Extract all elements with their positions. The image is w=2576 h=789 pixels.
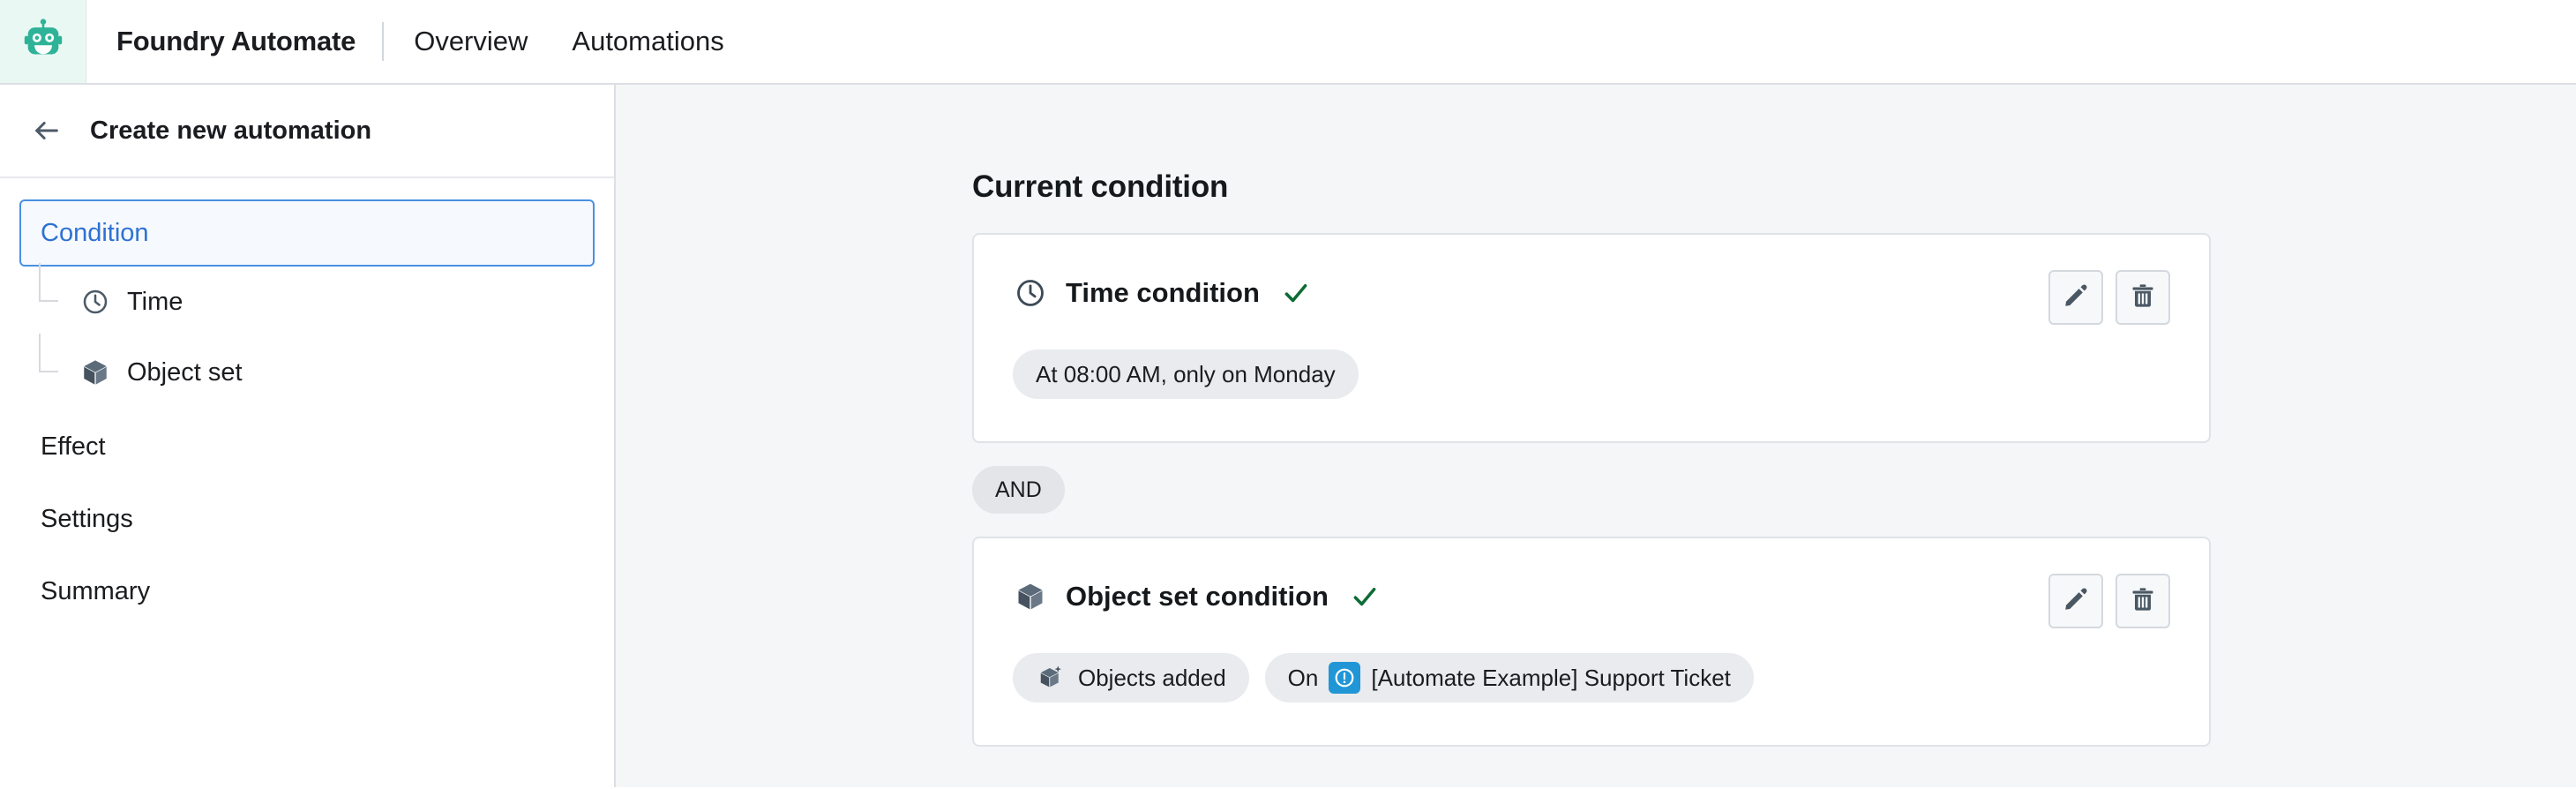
sidebar-item-label: Summary <box>41 576 151 605</box>
check-icon <box>1281 278 1311 308</box>
sidebar-header: Create new automation <box>0 85 614 178</box>
sidebar-nav-tree: Condition Time Object set Effect Setting… <box>0 178 614 625</box>
page-body: Create new automation Condition Time Obj… <box>0 85 2576 787</box>
pill-label: [Automate Example] Support Ticket <box>1371 664 1731 691</box>
card-title: Time condition <box>1066 277 1260 308</box>
main-content: Current condition Time condition At 08:0… <box>616 85 2576 787</box>
arrow-left-icon[interactable] <box>26 110 67 151</box>
edit-condition-button[interactable] <box>2048 574 2103 628</box>
object-type-pill[interactable]: On [Automate Example] Support Ticket <box>1264 653 1754 703</box>
time-condition-card: Time condition At 08:00 AM, only on Mond… <box>972 233 2211 443</box>
operator-badge-and[interactable]: AND <box>972 466 1065 514</box>
check-icon <box>1350 582 1380 612</box>
cube-icon <box>1013 579 1048 614</box>
sidebar-subitem-label: Object set <box>127 357 243 387</box>
sidebar-subitem-label: Time <box>127 287 183 316</box>
pencil-icon <box>2063 586 2089 617</box>
clock-icon <box>1013 275 1048 311</box>
card-title: Object set condition <box>1066 581 1329 612</box>
sidebar-item-settings[interactable]: Settings <box>19 485 595 552</box>
alert-circle-icon <box>1329 662 1361 694</box>
app-title: Foundry Automate <box>116 26 356 56</box>
card-header: Time condition <box>1013 272 2170 314</box>
sidebar-item-label: Effect <box>41 432 106 461</box>
operator-label: AND <box>995 477 1042 502</box>
sidebar: Create new automation Condition Time Obj… <box>0 85 616 787</box>
nav-divider <box>382 22 385 61</box>
pill-prefix: On <box>1287 664 1319 691</box>
objects-added-pill[interactable]: Objects added <box>1013 653 1249 703</box>
sidebar-item-condition[interactable]: Condition <box>19 199 595 267</box>
condition-panel: Current condition Time condition At 08:0… <box>616 85 2576 747</box>
card-actions <box>2048 270 2170 325</box>
tree-connector <box>39 263 71 309</box>
trash-icon <box>2130 586 2156 617</box>
sidebar-subitem-time-row: Time <box>19 263 595 337</box>
delete-condition-button[interactable] <box>2115 270 2170 325</box>
sidebar-item-effect[interactable]: Effect <box>19 413 595 480</box>
clock-icon <box>79 286 111 318</box>
cube-icon <box>79 357 111 388</box>
cube-add-icon <box>1036 663 1066 693</box>
page-title: Create new automation <box>90 116 372 145</box>
time-condition-pill[interactable]: At 08:00 AM, only on Monday <box>1013 349 1359 399</box>
trash-icon <box>2130 282 2156 313</box>
sidebar-item-summary[interactable]: Summary <box>19 558 595 625</box>
edit-condition-button[interactable] <box>2048 270 2103 325</box>
pencil-icon <box>2063 282 2089 313</box>
nav-link-overview[interactable]: Overview <box>410 20 531 63</box>
card-header: Object set condition <box>1013 575 2170 618</box>
sidebar-subitem-time[interactable]: Time <box>71 274 197 330</box>
top-navigation-bar: Foundry Automate Overview Automations <box>0 0 2576 85</box>
card-pill-row: At 08:00 AM, only on Monday <box>1013 349 2170 399</box>
app-logo[interactable] <box>0 0 86 83</box>
card-pill-row: Objects added On [Automate Example] Supp… <box>1013 653 2170 703</box>
section-title: Current condition <box>972 169 1229 204</box>
nav-links-container: Foundry Automate Overview Automations <box>86 0 2576 83</box>
sidebar-subitem-objectset-row: Object set <box>19 334 595 408</box>
robot-icon <box>20 17 66 67</box>
sidebar-item-label: Settings <box>41 504 133 533</box>
tree-connector <box>39 334 71 379</box>
card-actions <box>2048 574 2170 628</box>
delete-condition-button[interactable] <box>2115 574 2170 628</box>
object-set-condition-card: Object set condition Objects added On [A… <box>972 537 2211 747</box>
pill-label: Objects added <box>1078 664 1226 691</box>
nav-link-automations[interactable]: Automations <box>568 20 727 63</box>
sidebar-item-label: Condition <box>41 218 149 247</box>
pill-label: At 08:00 AM, only on Monday <box>1036 360 1336 387</box>
sidebar-subitem-object-set[interactable]: Object set <box>71 344 257 401</box>
